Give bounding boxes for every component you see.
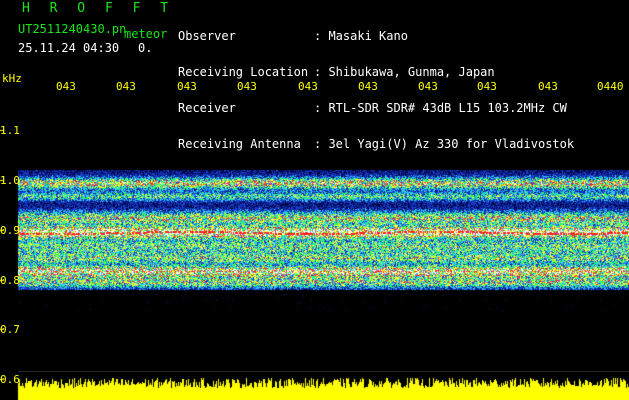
time-tick-label: 0440 [597,80,624,93]
info-values: : Masaki Kano : Shibukawa, Gunma, Japan … [314,6,574,162]
freq-tick-label: 1.1 [0,124,20,137]
info-value-observer: : Masaki Kano [314,29,408,43]
info-value-antenna: : 3el Yagi(V) Az 330 for Vladivostok [314,137,575,151]
info-value-location: : Shibukawa, Gunma, Japan [314,65,495,79]
info-label-location: Receiving Location [178,65,309,79]
baseline-divider [18,371,629,372]
time-tick-label: 043 [538,80,558,93]
freq-tick-label: 0.8 [0,274,20,287]
info-label-observer: Observer [178,29,236,43]
freq-tick-label: 1.0 [0,174,20,187]
speed-label: 0. [138,41,153,55]
filename-label: UT2511240430.pn [18,22,127,36]
info-label-receiver: Receiver [178,101,236,115]
freq-tick-label: 0.6 [0,373,20,386]
time-tick-label: 043 [358,80,378,93]
time-tick-label: 043 [56,80,76,93]
program-title: H R O F F T [22,1,175,16]
time-tick-label: 043 [477,80,497,93]
time-tick-label: 043 [116,80,136,93]
time-tick-label: 043 [298,80,318,93]
freq-tick-label: 0.9 [0,224,20,237]
mode-label: meteor [124,27,168,41]
info-value-receiver: : RTL-SDR SDR# 43dB L15 103.2MHz CW [314,101,567,115]
time-tick-label: 043 [177,80,197,93]
datetime-label: 25.11.24 04:30 [18,41,120,55]
freq-unit-label: kHz [2,72,22,85]
freq-tick-label: 0.7 [0,323,20,336]
time-tick-label: 043 [418,80,438,93]
info-label-antenna: Receiving Antenna [178,137,301,151]
time-tick-label: 043 [237,80,257,93]
